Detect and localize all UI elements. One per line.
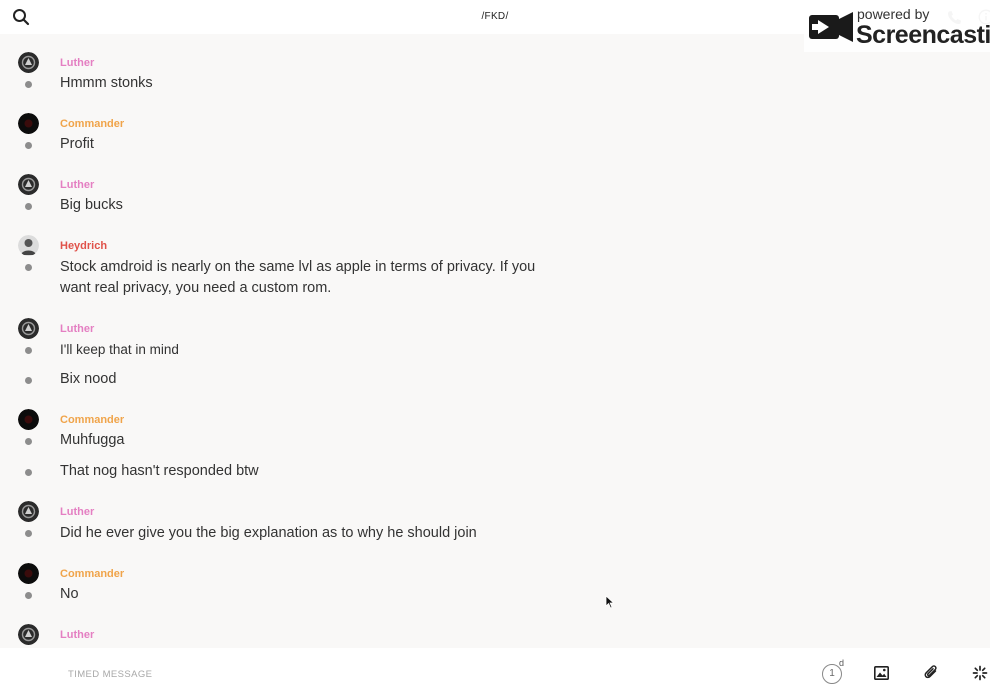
message-status-dot <box>25 592 32 599</box>
sparkle-icon[interactable] <box>972 665 988 686</box>
paperclip-icon[interactable] <box>924 665 939 686</box>
avatar-commander[interactable] <box>18 113 39 134</box>
message-text: Bix nood <box>60 371 117 387</box>
message-author[interactable]: Luther <box>60 506 94 518</box>
message-text: Profit <box>60 136 94 152</box>
message-text: Muhfugga <box>60 432 125 448</box>
message-text: Big bucks <box>60 197 123 213</box>
avatar-luther[interactable] <box>18 318 39 339</box>
self-destruct-timer-button[interactable]: 1 d <box>822 658 846 686</box>
message-status-dot <box>25 81 32 88</box>
message-text: Hmmm stonks <box>60 75 153 91</box>
message-text: Stock amdroid is nearly on the same lvl … <box>60 259 536 296</box>
message-author[interactable]: Luther <box>60 629 94 641</box>
message-text: No <box>60 586 79 602</box>
message-text: That nog hasn't responded btw <box>60 463 259 479</box>
message-status-dot <box>25 264 32 271</box>
message-author[interactable]: Commander <box>60 414 124 426</box>
message-author[interactable]: Commander <box>60 118 124 130</box>
message-author[interactable]: Commander <box>60 568 124 580</box>
message-status-dot <box>25 377 32 384</box>
message-composer: 1 d <box>0 648 990 700</box>
avatar-luther[interactable] <box>18 174 39 195</box>
avatar-luther[interactable] <box>18 52 39 73</box>
message-text: Did he ever give you the big explanation… <box>60 525 477 541</box>
message-author[interactable]: Luther <box>60 179 94 191</box>
avatar-commander[interactable] <box>18 409 39 430</box>
watermark-powered-by: powered by <box>857 6 930 22</box>
image-icon[interactable] <box>874 666 889 685</box>
avatar-heydrich[interactable] <box>18 235 39 256</box>
timer-unit: d <box>839 658 845 668</box>
mouse-cursor-icon <box>605 595 615 614</box>
message-status-dot <box>25 530 32 537</box>
timed-message-input[interactable] <box>60 662 760 686</box>
avatar-commander[interactable] <box>18 563 39 584</box>
message-author[interactable]: Luther <box>60 323 94 335</box>
avatar-luther[interactable] <box>18 624 39 645</box>
message-text: I'll keep that in mind <box>60 342 179 357</box>
message-list[interactable]: Luther Hmmm stonks Commander Profit Luth… <box>0 34 990 648</box>
message-author[interactable]: Heydrich <box>60 240 107 252</box>
message-status-dot <box>25 469 32 476</box>
message-status-dot <box>25 347 32 354</box>
avatar-luther[interactable] <box>18 501 39 522</box>
message-status-dot <box>25 142 32 149</box>
message-author[interactable]: Luther <box>60 57 94 69</box>
message-status-dot <box>25 203 32 210</box>
message-status-dot <box>25 438 32 445</box>
